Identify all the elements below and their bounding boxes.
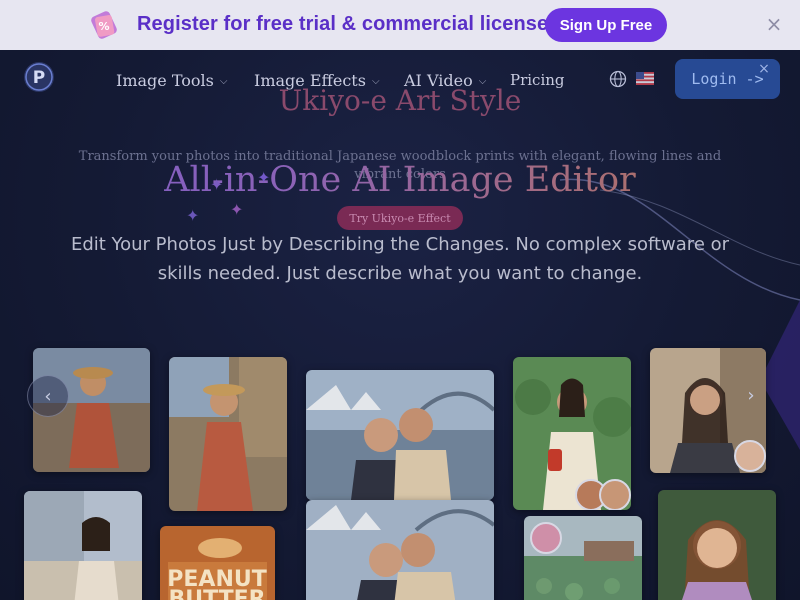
us-flag-icon[interactable] (636, 72, 654, 85)
sparkle-icon: ✦ (230, 200, 244, 219)
nav-item-label: Pricing (510, 71, 565, 89)
promo-banner: % Register for free trial & commercial l… (0, 0, 800, 50)
logo-letter: P (33, 68, 45, 88)
globe-icon[interactable] (609, 70, 627, 88)
hero-subtitle: Edit Your Photos Just by Describing the … (70, 234, 730, 284)
nav-image-tools[interactable]: Image Tools ⌵ (116, 69, 227, 91)
carousel-next-button[interactable]: › (731, 375, 771, 415)
promo-text: Register for free trial & commercial lic… (137, 13, 549, 35)
gallery-image-woman-seaside[interactable] (24, 491, 142, 600)
nav-pricing[interactable]: Pricing (510, 69, 565, 91)
sign-up-button[interactable]: Sign Up Free (545, 8, 667, 42)
nav-ai-video[interactable]: AI Video ⌵ (404, 69, 486, 91)
tag-icon: % (91, 11, 117, 39)
close-icon[interactable]: × (757, 62, 771, 76)
thumbnail-avatar (599, 479, 631, 510)
nav-item-label: Image Tools (116, 70, 214, 90)
gallery-image-peanut-butter[interactable]: PEANUT BUTTER (160, 526, 275, 600)
chevron-down-icon: ⌵ (478, 75, 487, 87)
chevron-down-icon: ⌵ (371, 75, 380, 87)
carousel-prev-button[interactable]: ‹ (27, 375, 69, 417)
close-icon[interactable]: × (764, 14, 784, 34)
gallery-image-lotus-pond[interactable] (524, 516, 642, 600)
nav-item-label: AI Video (404, 70, 473, 90)
top-nav: P Image Tools ⌵ Image Effects ⌵ AI Video… (0, 50, 800, 110)
gallery-image-woman-street[interactable] (169, 357, 287, 511)
chevron-down-icon: ⌵ (219, 75, 228, 87)
gallery-image-woman-cactus[interactable] (513, 357, 631, 510)
thumbnail-avatar (530, 522, 562, 554)
sparkle-icon: ✦ (257, 168, 271, 187)
app-logo[interactable]: P (23, 61, 55, 93)
food-label-bottom: BUTTER (168, 587, 265, 600)
hero-title: All-in-One AI Image Editor (0, 160, 800, 200)
svg-text:%: % (98, 20, 109, 33)
gallery-image-couple-opera-house-2[interactable] (306, 500, 494, 600)
nav-image-effects[interactable]: Image Effects ⌵ (254, 69, 380, 91)
nav-item-label: Image Effects (254, 70, 366, 90)
sparkle-icon: ✦ (186, 206, 200, 225)
main-area: Ukiyo-e Art Style Transform your photos … (0, 50, 800, 600)
gallery-image-anime-portrait[interactable] (658, 490, 776, 600)
try-ukiyo-e-button[interactable]: Try Ukiyo-e Effect (337, 206, 463, 230)
sparkle-icon: ✦ (210, 175, 224, 194)
gallery-image-couple-opera-house[interactable] (306, 370, 494, 500)
thumbnail-avatar (734, 440, 766, 472)
